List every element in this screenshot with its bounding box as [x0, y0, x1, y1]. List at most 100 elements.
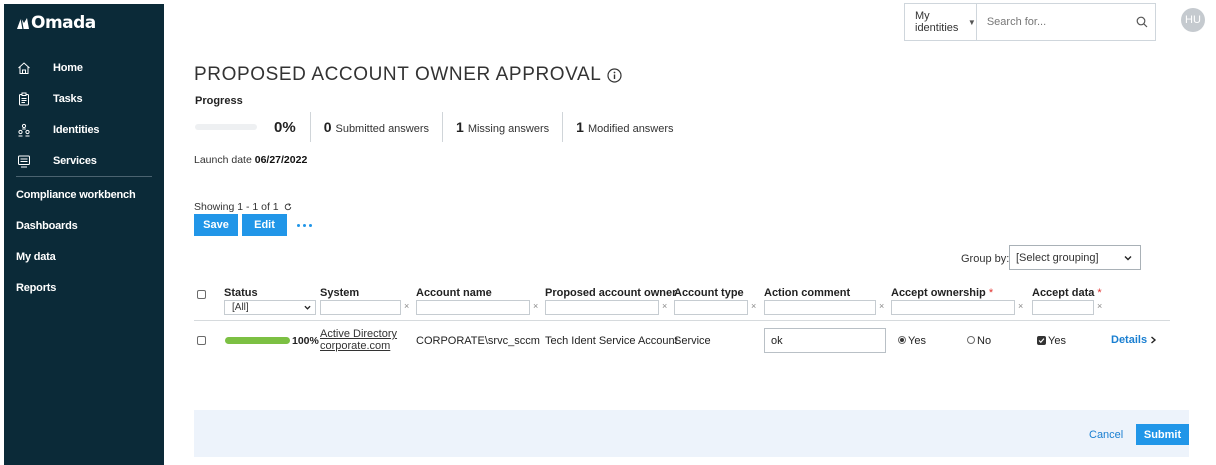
stat-count: 1 [576, 119, 584, 135]
sidebar-item-label: Identities [53, 124, 100, 136]
group-by-label: Group by: [961, 253, 1010, 265]
sidebar-divider [16, 176, 152, 177]
clear-filter-icon[interactable]: × [404, 301, 409, 311]
accept-ownership-filter-input[interactable] [891, 300, 1015, 315]
chevron-down-icon [1124, 253, 1132, 265]
info-icon[interactable] [607, 67, 623, 83]
page-title: PROPOSED ACCOUNT OWNER APPROVAL [194, 64, 623, 86]
column-header-label: Accept ownership [891, 287, 986, 299]
edit-button[interactable]: Edit [242, 214, 287, 236]
account-type-filter-input[interactable] [674, 300, 748, 315]
tasks-icon [16, 91, 32, 107]
ownership-yes-radio[interactable] [898, 336, 906, 344]
system-link-line1[interactable]: Active Directory [320, 328, 397, 340]
accept-data-checkbox[interactable] [1037, 336, 1046, 345]
header-divider [194, 320, 1170, 321]
sidebar-item-services[interactable]: Services [4, 150, 164, 172]
clear-filter-icon[interactable]: × [662, 301, 667, 311]
account-type-cell: Service [674, 335, 711, 347]
sidebar-item-home[interactable]: Home [4, 57, 164, 79]
column-header-accept-data[interactable]: Accept data * [1032, 287, 1102, 299]
stat-label: Modified answers [587, 123, 674, 135]
group-by-value: [Select grouping] [1016, 251, 1099, 264]
clear-filter-icon[interactable]: × [533, 301, 538, 311]
column-header-proposed-owner[interactable]: Proposed account owner [545, 287, 676, 299]
column-header-accept-ownership[interactable]: Accept ownership * [891, 287, 993, 299]
stat-missing: 1 Missing answers [443, 119, 562, 135]
sidebar-item-label: Services [53, 155, 97, 167]
action-footer [194, 410, 1189, 457]
status-progress-bar [225, 337, 290, 344]
details-link[interactable]: Details [1111, 334, 1157, 346]
clear-filter-icon[interactable]: × [879, 301, 884, 311]
required-mark: * [1097, 287, 1102, 299]
omada-logo-icon [17, 17, 29, 30]
showing-count-text: Showing 1 - 1 of 1 [194, 201, 279, 213]
sidebar-item-tasks[interactable]: Tasks [4, 88, 164, 110]
column-header-account-type[interactable]: Account type [674, 287, 744, 299]
services-icon [16, 153, 32, 169]
identities-icon [16, 122, 32, 138]
column-header-status[interactable]: Status [224, 287, 258, 299]
row-checkbox[interactable] [197, 336, 206, 345]
group-by-select[interactable]: [Select grouping] [1009, 245, 1141, 270]
account-name-filter-input[interactable] [416, 300, 530, 315]
status-filter-select[interactable]: [All] [224, 300, 316, 315]
stat-modified: 1 Modified answers [563, 119, 686, 135]
accept-data-filter-input[interactable] [1032, 300, 1094, 315]
stat-count: 1 [456, 119, 464, 135]
column-header-label: Accept data [1032, 287, 1095, 299]
global-search: My identities ▼ [904, 3, 1156, 41]
column-header-system[interactable]: System [320, 287, 359, 299]
sidebar-link-compliance-workbench[interactable]: Compliance workbench [16, 189, 136, 201]
status-filter-value: [All] [232, 302, 249, 313]
avatar[interactable]: HU [1181, 8, 1205, 32]
ownership-no-label: No [977, 335, 992, 347]
action-comment-filter-input[interactable] [764, 300, 876, 315]
proposed-owner-cell: Tech Ident Service Account [545, 335, 678, 347]
progress-summary: 0% 0 Submitted answers 1 Missing answers… [195, 112, 687, 142]
ownership-yes-label: Yes [908, 335, 926, 347]
submit-button[interactable]: Submit [1136, 424, 1189, 445]
refresh-icon[interactable] [284, 203, 292, 211]
sidebar-link-dashboards[interactable]: Dashboards [16, 220, 78, 232]
search-scope-dropdown[interactable]: My identities ▼ [905, 4, 977, 40]
chevron-down-icon [304, 304, 311, 311]
search-icon[interactable] [1129, 4, 1155, 40]
select-all-checkbox[interactable] [197, 290, 206, 299]
save-button[interactable]: Save [194, 214, 238, 236]
clear-filter-icon[interactable]: × [751, 301, 756, 311]
sidebar: Omada Home Tasks Identities Services Com… [4, 4, 164, 465]
required-mark: * [988, 287, 994, 299]
clear-filter-icon[interactable]: × [1018, 301, 1023, 311]
details-link-text[interactable]: Details [1111, 334, 1147, 346]
system-filter-input[interactable] [320, 300, 401, 315]
sidebar-item-label: Home [53, 62, 83, 74]
status-percent: 100% [292, 335, 319, 347]
sidebar-item-label: Tasks [53, 93, 83, 105]
more-options-icon[interactable] [297, 224, 312, 227]
proposed-owner-filter-input[interactable] [545, 300, 659, 315]
page-title-text: PROPOSED ACCOUNT OWNER APPROVAL [194, 64, 602, 85]
showing-count: Showing 1 - 1 of 1 [194, 201, 292, 213]
stat-label: Missing answers [467, 123, 550, 135]
stat-submitted: 0 Submitted answers [311, 119, 442, 135]
clear-filter-icon[interactable]: × [1097, 301, 1102, 311]
accept-data-label: Yes [1048, 335, 1066, 347]
sidebar-item-identities[interactable]: Identities [4, 119, 164, 141]
system-link-line2[interactable]: corporate.com [320, 340, 390, 352]
cancel-button[interactable]: Cancel [1089, 429, 1123, 441]
launch-date-label: Launch date [194, 154, 252, 166]
action-comment-input[interactable]: ok [764, 328, 886, 353]
system-link[interactable]: Active Directory corporate.com [320, 328, 397, 352]
column-header-account-name[interactable]: Account name [416, 287, 492, 299]
launch-date: Launch date 06/27/2022 [194, 154, 307, 166]
column-header-action-comment[interactable]: Action comment [764, 287, 850, 299]
search-scope-label: My identities [915, 10, 959, 34]
account-name-cell: CORPORATE\srvc_sccm [416, 335, 540, 347]
omada-logo[interactable]: Omada [16, 13, 96, 33]
sidebar-link-reports[interactable]: Reports [16, 282, 56, 294]
sidebar-link-my-data[interactable]: My data [16, 251, 56, 263]
search-input[interactable] [976, 4, 1129, 40]
ownership-no-radio[interactable] [967, 336, 975, 344]
